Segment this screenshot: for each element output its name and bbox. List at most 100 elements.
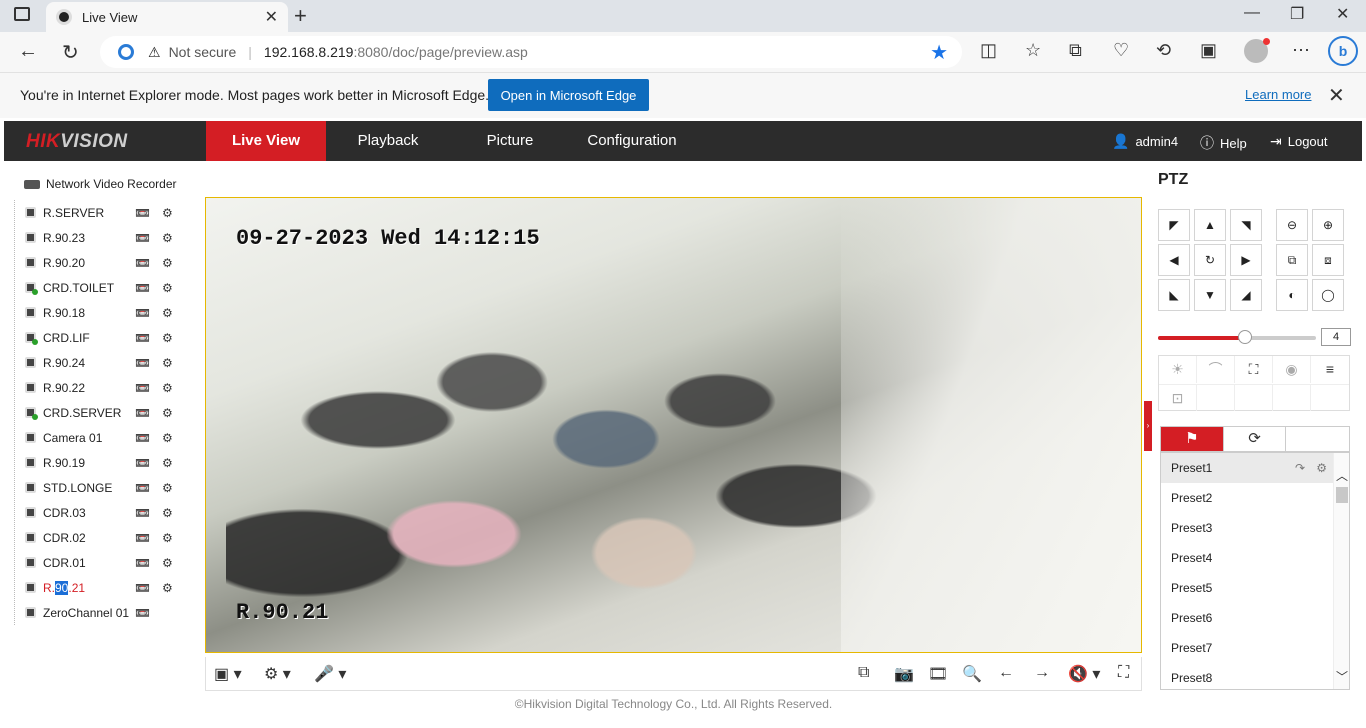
record-icon[interactable]: 📼 [135, 556, 150, 570]
more-aux-icon[interactable]: ≡ [1311, 356, 1349, 383]
live-video-window[interactable]: 09-27-2023 Wed 14:12:15 R.90.21 [205, 197, 1142, 653]
zoom-in-icon[interactable]: ⊕ [1312, 209, 1344, 241]
settings-info-icon[interactable]: ⚙ [162, 331, 173, 345]
camera-item[interactable]: STD.LONGE 📼 ⚙ [15, 475, 190, 500]
preset-item[interactable]: Preset5 [1161, 573, 1333, 603]
previous-page-icon[interactable]: ← [998, 664, 1014, 682]
record-icon[interactable]: 📼 [135, 406, 150, 420]
nvr-root[interactable]: Network Video Recorder [24, 177, 177, 191]
slider-knob[interactable] [1237, 330, 1252, 344]
favorites-icon[interactable]: ☆ [1025, 40, 1041, 61]
settings-info-icon[interactable]: ⚙ [162, 306, 173, 320]
ptz-up-right-button[interactable]: ◥ [1230, 209, 1262, 241]
ptz-left-button[interactable]: ◀ [1158, 244, 1190, 276]
more-menu-icon[interactable]: ⋯ [1292, 40, 1310, 61]
settings-info-icon[interactable]: ⚙ [162, 506, 173, 520]
camera-item[interactable]: CRD.SERVER 📼 ⚙ [15, 400, 190, 425]
refresh-icon[interactable]: ↻ [62, 40, 79, 65]
camera-item[interactable]: R.SERVER 📼 ⚙ [15, 200, 190, 225]
stream-type-icon[interactable]: ⚙ ▾ [264, 664, 291, 684]
record-icon[interactable]: 📼 [135, 281, 150, 295]
nav-playback[interactable]: Playback [326, 121, 450, 161]
settings-info-icon[interactable]: ⚙ [162, 431, 173, 445]
record-clip-icon[interactable]: 🎞 [928, 664, 948, 684]
record-icon[interactable]: 📼 [135, 456, 150, 470]
collapse-ptz-handle[interactable]: › [1144, 401, 1152, 451]
record-icon[interactable]: 📼 [135, 331, 150, 345]
preset-item[interactable]: Preset8 [1161, 663, 1333, 689]
stop-all-icon[interactable]: ⧉ [858, 664, 869, 682]
preset-item[interactable]: Preset7 [1161, 633, 1333, 663]
ptz-up-button[interactable]: ▲ [1194, 209, 1226, 241]
ptz-down-left-button[interactable]: ◣ [1158, 279, 1190, 311]
settings-info-icon[interactable]: ⚙ [162, 256, 173, 270]
logout-link[interactable]: ⇥ Logout [1270, 133, 1328, 150]
ptz-right-button[interactable]: ▶ [1230, 244, 1262, 276]
call-preset-icon[interactable]: ↷ [1295, 453, 1305, 483]
address-bar[interactable]: ⚠ Not secure | 192.168.8.219:8080/doc/pa… [100, 36, 962, 68]
settings-info-icon[interactable]: ⚙ [162, 456, 173, 470]
restore-icon[interactable]: ❐ [1290, 4, 1304, 24]
ptz-auto-button[interactable]: ↻ [1194, 244, 1226, 276]
settings-info-icon[interactable]: ⚙ [162, 406, 173, 420]
iris-open-icon[interactable]: ◯ [1312, 279, 1344, 311]
camera-item-active[interactable]: R.90.21 📼 ⚙ [15, 575, 190, 600]
tab-patrol-icon[interactable]: ⟳ [1224, 427, 1287, 451]
focus-near-icon[interactable]: ⧉ [1276, 244, 1308, 276]
downloads-icon[interactable]: ▣ [1200, 40, 1217, 61]
camera-item[interactable]: CDR.01 📼 ⚙ [15, 550, 190, 575]
settings-info-icon[interactable]: ⚙ [162, 556, 173, 570]
window-layout-icon[interactable]: ▣ ▾ [214, 664, 242, 684]
close-tab-icon[interactable]: ✕ [265, 7, 278, 27]
settings-info-icon[interactable]: ⚙ [162, 581, 173, 595]
audio-icon[interactable]: 🔇 ▾ [1068, 664, 1100, 684]
camera-item[interactable]: R.90.20 📼 ⚙ [15, 250, 190, 275]
settings-info-icon[interactable]: ⚙ [162, 481, 173, 495]
manual-tracking-icon[interactable]: ⊡ [1159, 384, 1197, 411]
next-page-icon[interactable]: → [1034, 664, 1050, 682]
record-icon[interactable]: 📼 [135, 481, 150, 495]
settings-info-icon[interactable]: ⚙ [162, 231, 173, 245]
iris-close-icon[interactable]: ◐ [1276, 279, 1308, 311]
camera-item[interactable]: R.90.22 📼 ⚙ [15, 375, 190, 400]
lens-init-icon[interactable]: ◉ [1273, 356, 1311, 383]
open-in-edge-button[interactable]: Open in Microsoft Edge [488, 79, 649, 111]
capture-icon[interactable]: 📷 [894, 664, 914, 684]
ptz-down-right-button[interactable]: ◢ [1230, 279, 1262, 311]
wiper-icon[interactable]: ⌒ [1197, 356, 1235, 383]
scrollbar-thumb[interactable] [1336, 487, 1348, 503]
camera-item[interactable]: CRD.TOILET 📼 ⚙ [15, 275, 190, 300]
favorite-star-icon[interactable]: ★ [930, 40, 948, 65]
bing-copilot-icon[interactable]: b [1328, 36, 1358, 66]
close-window-icon[interactable]: ✕ [1336, 4, 1349, 24]
nav-configuration[interactable]: Configuration [570, 121, 694, 161]
record-icon[interactable]: 📼 [135, 256, 150, 270]
close-infobar-icon[interactable]: ✕ [1328, 83, 1345, 108]
settings-info-icon[interactable]: ⚙ [162, 356, 173, 370]
nav-live-view[interactable]: Live View [206, 121, 326, 161]
record-icon[interactable]: 📼 [135, 356, 150, 370]
camera-item[interactable]: Camera 01 📼 ⚙ [15, 425, 190, 450]
url-text[interactable]: 192.168.8.219:8080/doc/page/preview.asp [264, 44, 528, 60]
camera-item[interactable]: R.90.19 📼 ⚙ [15, 450, 190, 475]
chevron-down-icon[interactable]: ﹀ [1336, 668, 1348, 685]
camera-item[interactable]: ZeroChannel 01 📼 [15, 600, 190, 625]
tab-actions-icon[interactable] [14, 7, 30, 21]
record-icon[interactable]: 📼 [135, 606, 150, 620]
minimize-icon[interactable]: — [1244, 4, 1260, 22]
record-icon[interactable]: 📼 [135, 381, 150, 395]
camera-item[interactable]: CDR.02 📼 ⚙ [15, 525, 190, 550]
ptz-up-left-button[interactable]: ◤ [1158, 209, 1190, 241]
camera-item[interactable]: R.90.24 📼 ⚙ [15, 350, 190, 375]
preset-item[interactable]: Preset4 [1161, 543, 1333, 573]
record-icon[interactable]: 📼 [135, 206, 150, 220]
settings-info-icon[interactable]: ⚙ [162, 381, 173, 395]
auto-focus-icon[interactable]: ⛶ [1235, 356, 1273, 383]
digital-zoom-icon[interactable]: 🔍 [962, 664, 982, 684]
ptz-down-button[interactable]: ▼ [1194, 279, 1226, 311]
ie-mode-icon[interactable] [118, 44, 134, 60]
preset-item[interactable]: Preset2 [1161, 483, 1333, 513]
preset-scrollbar[interactable]: ︿ ﹀ [1333, 453, 1349, 689]
learn-more-link[interactable]: Learn more [1245, 87, 1311, 102]
record-icon[interactable]: 📼 [135, 231, 150, 245]
